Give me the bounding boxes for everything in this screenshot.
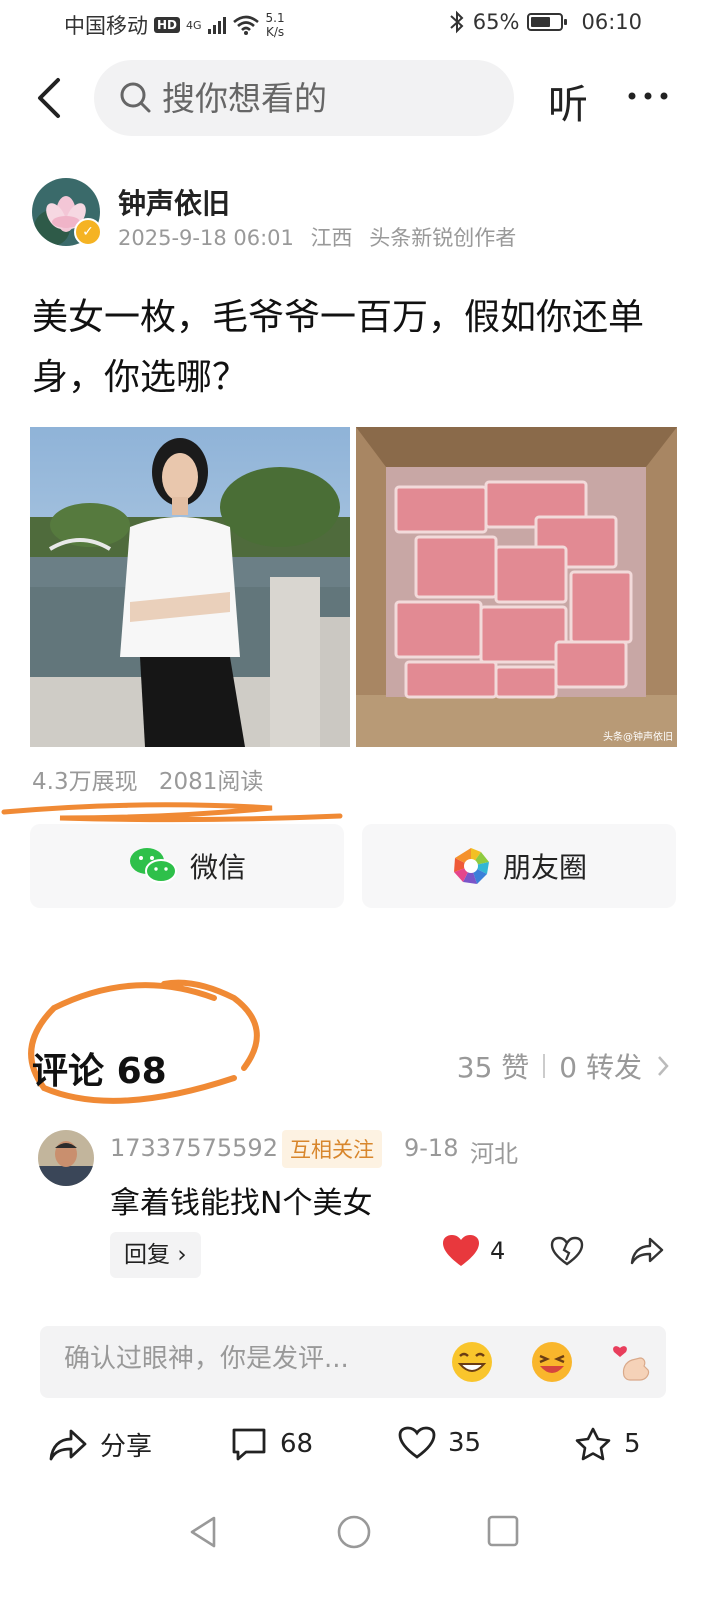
comment-like-button[interactable]: 4 (442, 1234, 505, 1268)
moments-icon (453, 848, 489, 884)
post-location: 江西 (310, 226, 353, 250)
listen-button[interactable]: 听 (548, 72, 588, 130)
reply-button[interactable]: 回复 › (110, 1232, 201, 1278)
commenter-avatar[interactable] (38, 1130, 94, 1186)
search-bar[interactable] (94, 60, 514, 136)
status-bar: 中国移动 HD 4G 5.1 K/s 65% 06:10 (0, 0, 720, 50)
comment-region: 河北 (470, 1140, 518, 1168)
clock: 06:10 (581, 10, 642, 34)
comments-meta[interactable]: 35 赞 0 转发 (457, 1046, 670, 1086)
heart-icon (398, 1426, 436, 1459)
comment-text: 拿着钱能找N个美女 (110, 1186, 373, 1221)
wechat-icon (129, 848, 177, 883)
comments-count: 68 (116, 1051, 167, 1092)
post-image-money[interactable]: 头条@钟声依旧 (356, 427, 677, 747)
speed-unit: K/s (266, 25, 285, 39)
share-icon (49, 1429, 87, 1460)
image-watermark: 头条@钟声依旧 (603, 732, 673, 743)
broken-heart-icon[interactable] (550, 1236, 584, 1266)
comment-action[interactable]: 68 (230, 1426, 313, 1462)
favorite-action[interactable]: 5 (574, 1426, 641, 1462)
more-icon[interactable] (624, 76, 672, 116)
mutual-follow-tag: 互相关注 (282, 1130, 382, 1168)
laugh-emoji-icon[interactable] (530, 1340, 574, 1384)
star-icon (575, 1427, 611, 1461)
woman-photo (30, 427, 350, 747)
commenter-name[interactable]: 17337575592 (110, 1134, 278, 1162)
comment-input[interactable] (64, 1344, 424, 1374)
search-icon (120, 82, 151, 113)
grin-emoji-icon[interactable] (450, 1340, 494, 1384)
post-text: 美女一枚，毛爷爷一百万，假如你还单身，你选哪？ (32, 297, 645, 398)
favorite-action-count: 5 (624, 1429, 641, 1459)
speed-value: 5.1 (265, 11, 285, 25)
reposts-total: 0 转发 (559, 1051, 642, 1084)
author-name[interactable]: 钟声依旧 (118, 182, 230, 222)
wifi-icon (232, 15, 259, 35)
meta-divider (543, 1054, 546, 1078)
nav-recents-icon[interactable] (486, 1514, 520, 1548)
post-stats: 4.3万展现 2081阅读 (32, 762, 277, 796)
share-action[interactable]: 分享 (48, 1426, 152, 1463)
post-date: 2025-9-18 06:01 (118, 226, 294, 250)
commenter-photo (38, 1130, 94, 1186)
bottom-action-bar: 分享 68 35 5 (0, 1418, 720, 1474)
system-nav-bar (0, 1504, 720, 1564)
battery-fill (531, 17, 550, 27)
author-header: ✓ 钟声依旧 2025-9-18 06:01 江西 头条新锐创作者 (32, 178, 692, 250)
comment-item: 17337575592 互相关注 9-18 河北 拿着钱能找N个美女 回复 › … (38, 1130, 678, 1290)
finger-heart-emoji-icon[interactable] (610, 1340, 654, 1384)
status-left: 中国移动 HD 4G 5.1 K/s (64, 10, 285, 40)
comments-label: 评论 (32, 1051, 105, 1092)
chevron-right-icon (658, 1056, 669, 1076)
comment-like-count: 4 (490, 1237, 506, 1265)
comment-icon (232, 1428, 266, 1461)
share-action-label: 分享 (100, 1432, 153, 1462)
impressions-count: 4.3万展现 (32, 769, 138, 795)
signal-icon (207, 16, 226, 34)
search-input[interactable] (162, 78, 482, 118)
top-nav: 听 (0, 56, 720, 140)
heart-filled-icon (443, 1235, 479, 1266)
hd-badge: HD (154, 17, 181, 33)
battery-icon (527, 13, 568, 31)
verified-badge-icon: ✓ (74, 218, 102, 246)
network-type: 4G (186, 18, 202, 32)
battery-percent: 65% (472, 10, 520, 34)
money-box-photo (356, 427, 677, 747)
comment-action-count: 68 (280, 1429, 314, 1459)
comments-title: 评论 68 (32, 1042, 167, 1094)
reads-count: 2081阅读 (158, 769, 264, 795)
status-right: 65% 06:10 (449, 10, 642, 34)
share-moments-label: 朋友圈 (502, 851, 587, 884)
like-action[interactable]: 35 (398, 1426, 481, 1460)
network-speed: 5.1 K/s (266, 11, 285, 39)
chevron-right-icon: › (177, 1242, 187, 1268)
share-wechat-label: 微信 (189, 851, 246, 884)
likes-total: 35 赞 (456, 1051, 530, 1084)
carrier-name: 中国移动 (64, 14, 148, 38)
comment-date: 9-18 (404, 1134, 459, 1162)
forward-icon[interactable] (630, 1236, 664, 1266)
author-meta: 2025-9-18 06:01 江西 头条新锐创作者 (118, 222, 526, 252)
bluetooth-icon (450, 10, 464, 34)
nav-back-icon[interactable] (186, 1514, 220, 1550)
reply-label: 回复 (124, 1242, 170, 1268)
author-title: 头条新锐创作者 (369, 226, 517, 250)
comment-input-bar[interactable] (40, 1326, 666, 1398)
post-image-woman[interactable] (30, 427, 350, 747)
post-images: 头条@钟声依旧 (30, 427, 677, 749)
nav-home-icon[interactable] (336, 1514, 372, 1550)
like-action-count: 35 (448, 1428, 482, 1458)
share-moments-button[interactable]: 朋友圈 (362, 824, 676, 908)
share-wechat-button[interactable]: 微信 (30, 824, 344, 908)
back-icon[interactable] (32, 76, 72, 120)
